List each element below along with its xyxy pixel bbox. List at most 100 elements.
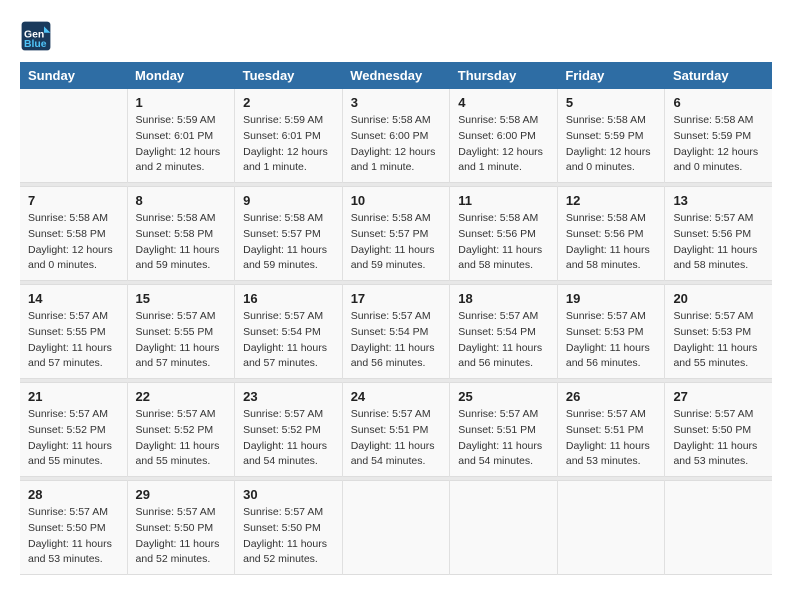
day-info: Sunrise: 5:57 AMSunset: 5:52 PMDaylight:… bbox=[136, 407, 227, 470]
day-info: Sunrise: 5:57 AMSunset: 5:55 PMDaylight:… bbox=[136, 309, 227, 372]
calendar-cell: 19 Sunrise: 5:57 AMSunset: 5:53 PMDayligh… bbox=[557, 285, 665, 379]
day-info: Sunrise: 5:57 AMSunset: 5:52 PMDaylight:… bbox=[243, 407, 334, 470]
day-number: 9 bbox=[243, 193, 334, 208]
day-number: 8 bbox=[136, 193, 227, 208]
day-number: 11 bbox=[458, 193, 549, 208]
day-info: Sunrise: 5:58 AMSunset: 6:00 PMDaylight:… bbox=[351, 113, 442, 176]
calendar-cell: 28Sunrise: 5:57 AMSunset: 5:50 PMDayligh… bbox=[20, 481, 127, 575]
calendar-cell: 8 Sunrise: 5:58 AMSunset: 5:58 PMDaylight… bbox=[127, 187, 235, 281]
header: Gen Blue bbox=[20, 20, 772, 52]
calendar-header-row: SundayMondayTuesdayWednesdayThursdayFrid… bbox=[20, 62, 772, 89]
day-info: Sunrise: 5:58 AMSunset: 5:56 PMDaylight:… bbox=[458, 211, 549, 274]
calendar-cell: 11 Sunrise: 5:58 AMSunset: 5:56 PMDayligh… bbox=[450, 187, 558, 281]
calendar-cell bbox=[665, 481, 772, 575]
day-number: 24 bbox=[351, 389, 442, 404]
header-thursday: Thursday bbox=[450, 62, 558, 89]
calendar-cell bbox=[20, 89, 127, 183]
header-tuesday: Tuesday bbox=[235, 62, 343, 89]
day-number: 26 bbox=[566, 389, 657, 404]
header-monday: Monday bbox=[127, 62, 235, 89]
day-info: Sunrise: 5:57 AMSunset: 5:53 PMDaylight:… bbox=[673, 309, 764, 372]
day-info: Sunrise: 5:57 AMSunset: 5:54 PMDaylight:… bbox=[351, 309, 442, 372]
calendar-cell: 25Sunrise: 5:57 AMSunset: 5:51 PMDayligh… bbox=[450, 383, 558, 477]
day-info: Sunrise: 5:57 AMSunset: 5:55 PMDaylight:… bbox=[28, 309, 119, 372]
day-number: 17 bbox=[351, 291, 442, 306]
header-wednesday: Wednesday bbox=[342, 62, 450, 89]
day-number: 4 bbox=[458, 95, 549, 110]
day-info: Sunrise: 5:59 AMSunset: 6:01 PMDaylight:… bbox=[136, 113, 227, 176]
calendar-cell bbox=[450, 481, 558, 575]
day-number: 19 bbox=[566, 291, 657, 306]
day-number: 5 bbox=[566, 95, 657, 110]
day-number: 30 bbox=[243, 487, 334, 502]
calendar-cell: 10 Sunrise: 5:58 AMSunset: 5:57 PMDayligh… bbox=[342, 187, 450, 281]
day-info: Sunrise: 5:57 AMSunset: 5:50 PMDaylight:… bbox=[28, 505, 119, 568]
calendar-cell: 30 Sunrise: 5:57 AMSunset: 5:50 PMDayligh… bbox=[235, 481, 343, 575]
calendar-cell: 5Sunrise: 5:58 AMSunset: 5:59 PMDaylight… bbox=[557, 89, 665, 183]
day-info: Sunrise: 5:59 AMSunset: 6:01 PMDaylight:… bbox=[243, 113, 334, 176]
day-info: Sunrise: 5:57 AMSunset: 5:50 PMDaylight:… bbox=[136, 505, 227, 568]
day-number: 23 bbox=[243, 389, 334, 404]
day-info: Sunrise: 5:57 AMSunset: 5:50 PMDaylight:… bbox=[673, 407, 764, 470]
day-number: 3 bbox=[351, 95, 442, 110]
day-number: 29 bbox=[136, 487, 227, 502]
day-number: 10 bbox=[351, 193, 442, 208]
day-number: 2 bbox=[243, 95, 334, 110]
day-number: 25 bbox=[458, 389, 549, 404]
day-info: Sunrise: 5:57 AMSunset: 5:50 PMDaylight:… bbox=[243, 505, 334, 568]
calendar-cell: 26 Sunrise: 5:57 AMSunset: 5:51 PMDayligh… bbox=[557, 383, 665, 477]
calendar-cell bbox=[342, 481, 450, 575]
calendar-cell: 1 Sunrise: 5:59 AMSunset: 6:01 PMDaylight… bbox=[127, 89, 235, 183]
calendar-cell: 4Sunrise: 5:58 AMSunset: 6:00 PMDaylight… bbox=[450, 89, 558, 183]
logo-icon: Gen Blue bbox=[20, 20, 52, 52]
calendar-cell: 7Sunrise: 5:58 AMSunset: 5:58 PMDaylight… bbox=[20, 187, 127, 281]
day-number: 22 bbox=[136, 389, 227, 404]
day-number: 6 bbox=[673, 95, 764, 110]
day-number: 27 bbox=[673, 389, 764, 404]
calendar-cell: 22 Sunrise: 5:57 AMSunset: 5:52 PMDayligh… bbox=[127, 383, 235, 477]
calendar-cell: 27 Sunrise: 5:57 AMSunset: 5:50 PMDayligh… bbox=[665, 383, 772, 477]
day-info: Sunrise: 5:58 AMSunset: 5:59 PMDaylight:… bbox=[673, 113, 764, 176]
day-info: Sunrise: 5:57 AMSunset: 5:51 PMDaylight:… bbox=[566, 407, 657, 470]
day-info: Sunrise: 5:57 AMSunset: 5:52 PMDaylight:… bbox=[28, 407, 119, 470]
day-info: Sunrise: 5:57 AMSunset: 5:54 PMDaylight:… bbox=[243, 309, 334, 372]
day-number: 20 bbox=[673, 291, 764, 306]
day-number: 18 bbox=[458, 291, 549, 306]
day-number: 12 bbox=[566, 193, 657, 208]
svg-text:Blue: Blue bbox=[24, 39, 47, 50]
day-info: Sunrise: 5:57 AMSunset: 5:53 PMDaylight:… bbox=[566, 309, 657, 372]
day-number: 21 bbox=[28, 389, 119, 404]
day-info: Sunrise: 5:57 AMSunset: 5:54 PMDaylight:… bbox=[458, 309, 549, 372]
day-number: 1 bbox=[136, 95, 227, 110]
day-number: 15 bbox=[136, 291, 227, 306]
week-row-3: 14Sunrise: 5:57 AMSunset: 5:55 PMDayligh… bbox=[20, 285, 772, 379]
calendar-cell: 17 Sunrise: 5:57 AMSunset: 5:54 PMDayligh… bbox=[342, 285, 450, 379]
header-friday: Friday bbox=[557, 62, 665, 89]
calendar-cell: 14Sunrise: 5:57 AMSunset: 5:55 PMDayligh… bbox=[20, 285, 127, 379]
day-number: 16 bbox=[243, 291, 334, 306]
calendar-cell: 24Sunrise: 5:57 AMSunset: 5:51 PMDayligh… bbox=[342, 383, 450, 477]
day-info: Sunrise: 5:58 AMSunset: 5:58 PMDaylight:… bbox=[136, 211, 227, 274]
day-info: Sunrise: 5:58 AMSunset: 5:57 PMDaylight:… bbox=[243, 211, 334, 274]
calendar-cell: 9 Sunrise: 5:58 AMSunset: 5:57 PMDaylight… bbox=[235, 187, 343, 281]
calendar-cell: 6 Sunrise: 5:58 AMSunset: 5:59 PMDaylight… bbox=[665, 89, 772, 183]
header-sunday: Sunday bbox=[20, 62, 127, 89]
day-info: Sunrise: 5:57 AMSunset: 5:56 PMDaylight:… bbox=[673, 211, 764, 274]
day-info: Sunrise: 5:58 AMSunset: 5:56 PMDaylight:… bbox=[566, 211, 657, 274]
calendar-cell: 12 Sunrise: 5:58 AMSunset: 5:56 PMDayligh… bbox=[557, 187, 665, 281]
week-row-5: 28Sunrise: 5:57 AMSunset: 5:50 PMDayligh… bbox=[20, 481, 772, 575]
day-info: Sunrise: 5:58 AMSunset: 5:57 PMDaylight:… bbox=[351, 211, 442, 274]
week-row-1: 1 Sunrise: 5:59 AMSunset: 6:01 PMDaylight… bbox=[20, 89, 772, 183]
day-info: Sunrise: 5:58 AMSunset: 5:58 PMDaylight:… bbox=[28, 211, 119, 274]
calendar-cell: 29 Sunrise: 5:57 AMSunset: 5:50 PMDayligh… bbox=[127, 481, 235, 575]
calendar-table: SundayMondayTuesdayWednesdayThursdayFrid… bbox=[20, 62, 772, 575]
header-saturday: Saturday bbox=[665, 62, 772, 89]
day-number: 13 bbox=[673, 193, 764, 208]
calendar-cell: 23 Sunrise: 5:57 AMSunset: 5:52 PMDayligh… bbox=[235, 383, 343, 477]
calendar-cell: 2 Sunrise: 5:59 AMSunset: 6:01 PMDaylight… bbox=[235, 89, 343, 183]
week-row-4: 21 Sunrise: 5:57 AMSunset: 5:52 PMDayligh… bbox=[20, 383, 772, 477]
calendar-cell: 3 Sunrise: 5:58 AMSunset: 6:00 PMDaylight… bbox=[342, 89, 450, 183]
week-row-2: 7Sunrise: 5:58 AMSunset: 5:58 PMDaylight… bbox=[20, 187, 772, 281]
logo: Gen Blue bbox=[20, 20, 58, 52]
calendar-cell: 15 Sunrise: 5:57 AMSunset: 5:55 PMDayligh… bbox=[127, 285, 235, 379]
